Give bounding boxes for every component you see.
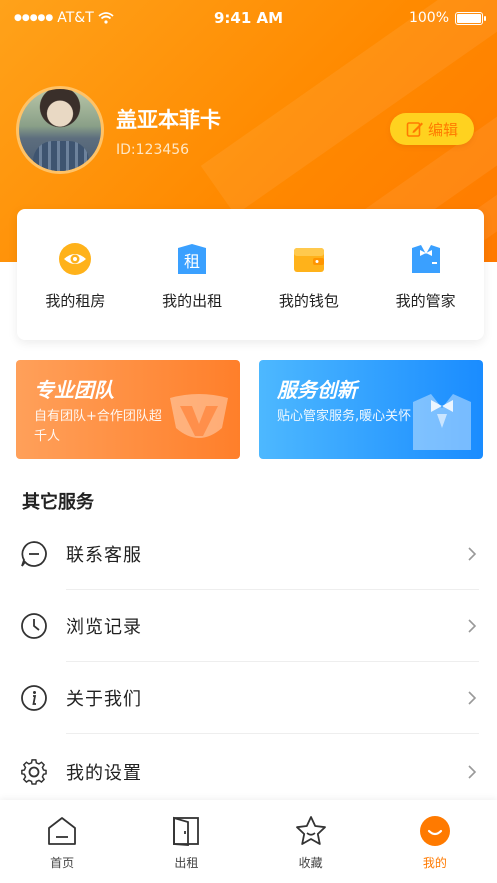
tab-rent-out[interactable]: 出租 [141, 814, 231, 883]
divider [66, 733, 479, 734]
svg-text:租: 租 [184, 252, 200, 271]
quick-action-my-leases[interactable]: 租 我的出租 [137, 242, 247, 311]
quick-action-my-wallet[interactable]: 我的钱包 [254, 242, 364, 311]
quick-action-my-rentals[interactable]: 我的租房 [20, 242, 130, 311]
butler-icon [409, 242, 443, 276]
v-logo-icon [170, 394, 228, 438]
tab-label: 首页 [50, 856, 75, 870]
menu-item-contact-support[interactable]: 联系客服 [0, 518, 497, 590]
tab-label: 我的 [422, 856, 447, 870]
clock-icon [21, 613, 47, 639]
promo-description: 自有团队+合作团队超千人 [34, 409, 162, 444]
battery-percent: 100% [408, 10, 449, 26]
butler-suit-icon [413, 394, 471, 450]
menu-item-settings[interactable]: 我的设置 [0, 736, 497, 808]
chevron-right-icon [468, 619, 477, 633]
user-name: 盖亚本菲卡 [116, 108, 221, 132]
status-bar: ●●●●● AT&T 9:41 AM 100% [0, 0, 497, 36]
quick-action-label: 我的出租 [162, 292, 223, 310]
avatar[interactable] [16, 86, 104, 174]
menu-item-label: 联系客服 [66, 545, 142, 566]
menu-item-about-us[interactable]: 关于我们 [0, 662, 497, 734]
tab-favorites[interactable]: 收藏 [266, 814, 356, 883]
chevron-right-icon [468, 765, 477, 779]
bottom-tab-bar: 首页 出租 收藏 我的 [0, 800, 497, 883]
gear-icon [21, 759, 47, 785]
quick-actions-card: 我的租房 租 我的出租 我的钱包 我的管家 [17, 209, 484, 340]
tab-home[interactable]: 首页 [17, 814, 107, 883]
promo-banner-team[interactable]: 专业团队 自有团队+合作团队超千人 [16, 360, 240, 459]
battery-icon [455, 11, 486, 25]
promo-title: 专业团队 [34, 378, 114, 402]
carrier-label: AT&T [57, 10, 94, 26]
rent-icon: 租 [175, 242, 209, 276]
promo-description: 贴心管家服务,暖心关怀 [277, 409, 412, 424]
tab-profile[interactable]: 我的 [390, 814, 480, 883]
info-icon [21, 685, 47, 711]
tab-label: 收藏 [298, 856, 323, 870]
door-icon [169, 814, 203, 848]
star-icon [294, 814, 328, 848]
quick-action-label: 我的钱包 [278, 292, 339, 310]
edit-icon [406, 122, 423, 137]
user-id: ID:123456 [116, 142, 190, 158]
quick-action-label: 我的租房 [45, 292, 106, 310]
wifi-icon [98, 12, 114, 24]
chevron-right-icon [468, 547, 477, 561]
menu-item-label: 浏览记录 [66, 617, 142, 638]
menu-item-label: 我的设置 [66, 763, 142, 784]
promo-banner-service[interactable]: 服务创新 贴心管家服务,暖心关怀 [259, 360, 483, 459]
home-icon [45, 814, 79, 848]
quick-action-label: 我的管家 [395, 292, 456, 310]
promo-title: 服务创新 [277, 378, 357, 402]
quick-action-my-butler[interactable]: 我的管家 [371, 242, 481, 311]
edit-label: 编辑 [427, 120, 458, 139]
signal-icon: ●●●●● [14, 13, 54, 23]
smile-icon [418, 814, 452, 848]
chat-icon [21, 541, 47, 567]
section-title: 其它服务 [22, 492, 94, 513]
eye-icon [58, 242, 92, 276]
wallet-icon [292, 242, 326, 276]
tab-label: 出租 [174, 856, 199, 870]
menu-item-label: 关于我们 [66, 689, 142, 710]
edit-profile-button[interactable]: 编辑 [390, 113, 474, 145]
status-time: 9:41 AM [213, 9, 284, 27]
menu-item-browsing-history[interactable]: 浏览记录 [0, 590, 497, 662]
chevron-right-icon [468, 691, 477, 705]
